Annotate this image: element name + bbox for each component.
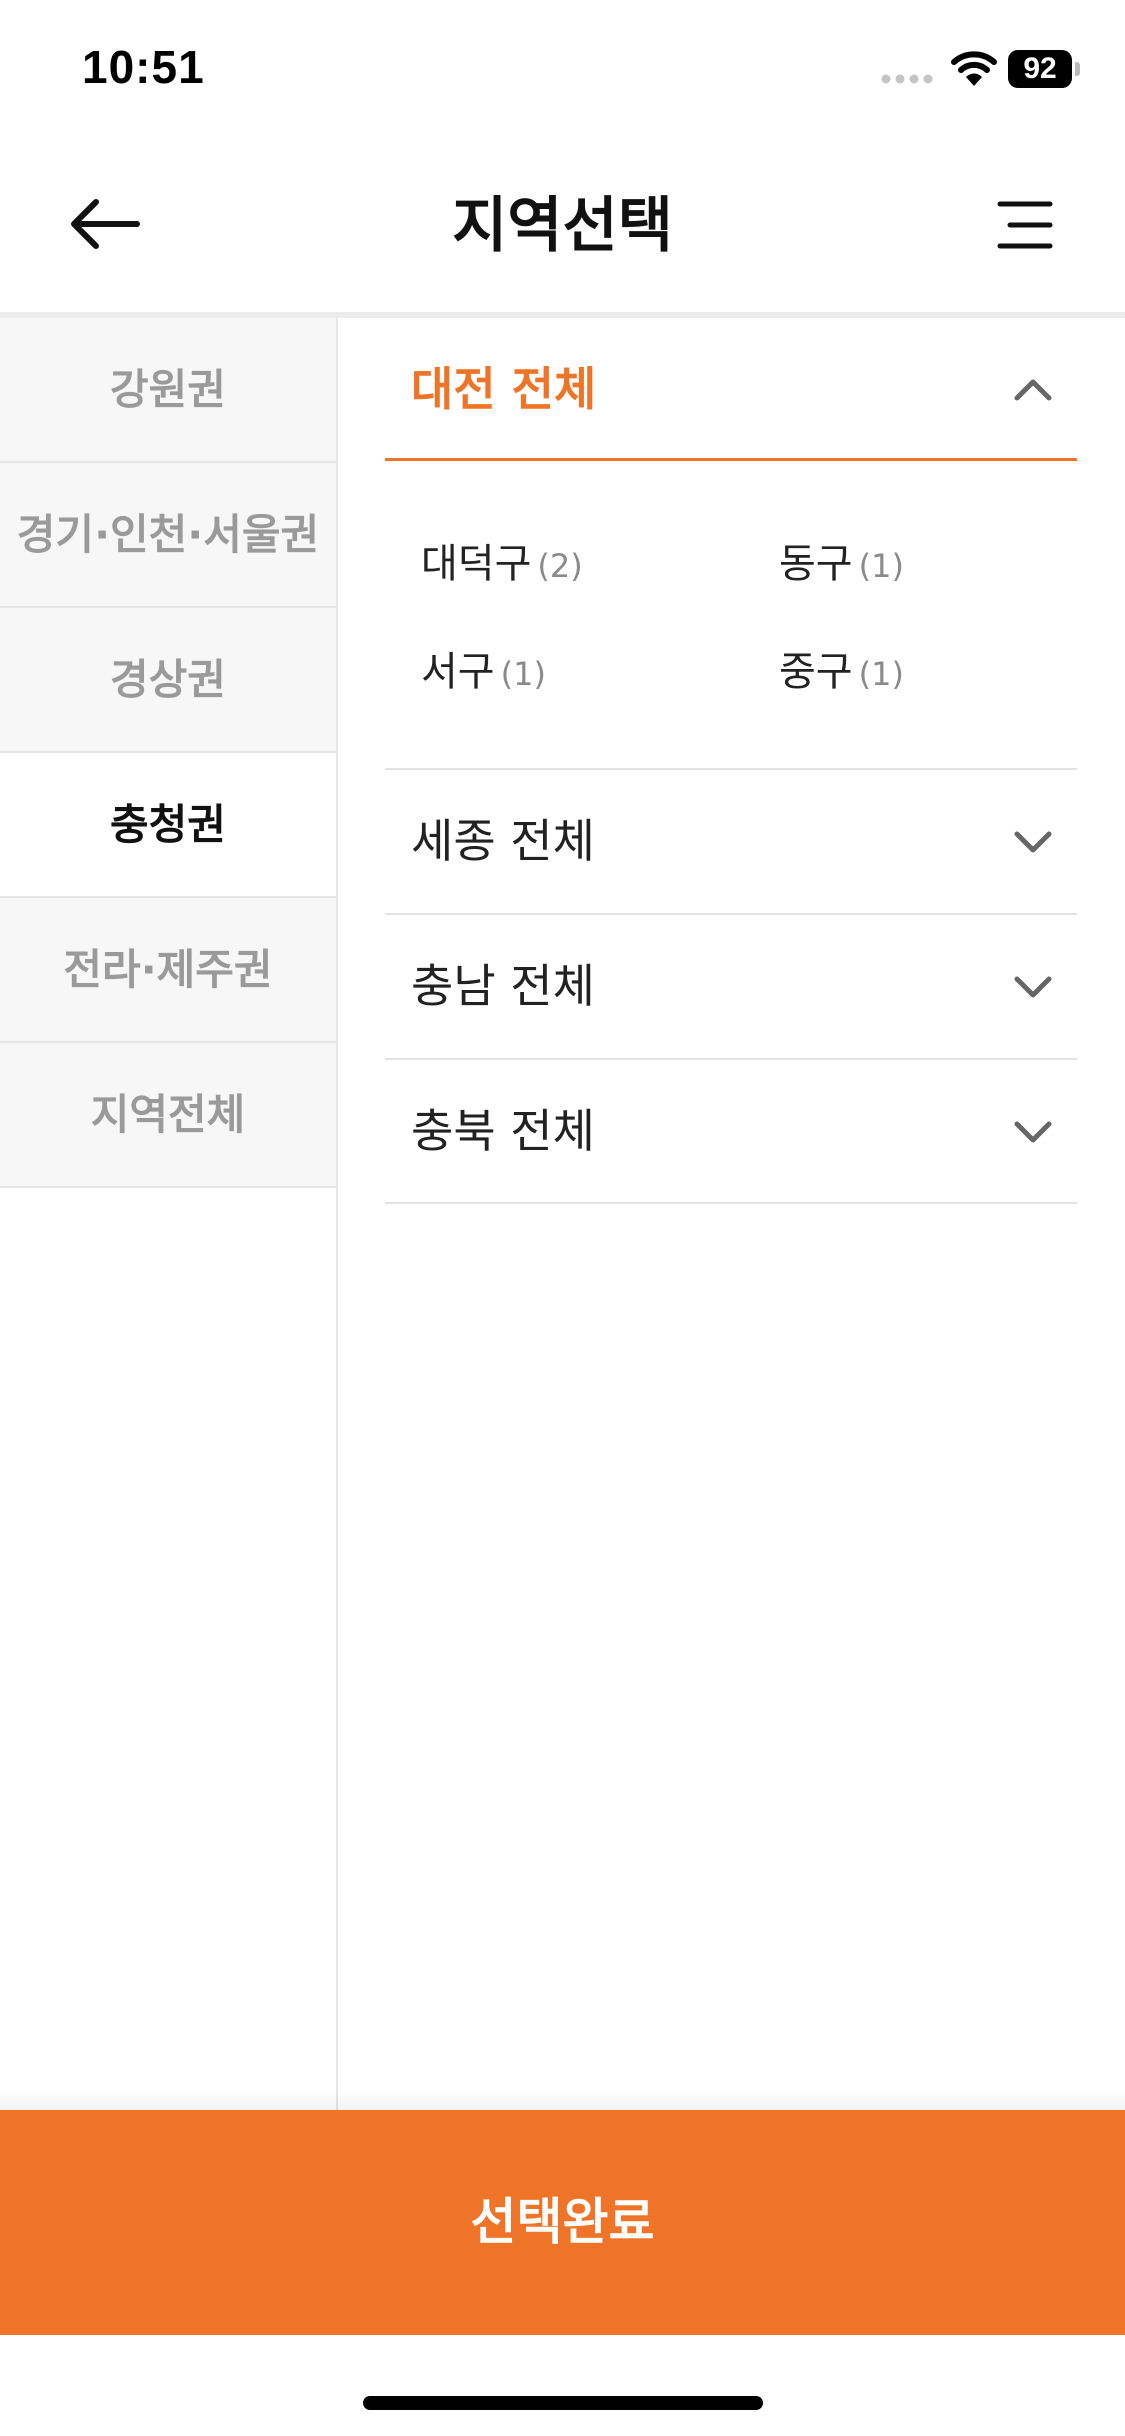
region-tab-gyeonggi-incheon-seoul[interactable]: 경기·인천·서울권: [0, 463, 336, 608]
accordion-header-chungnam[interactable]: 충남 전체: [385, 915, 1077, 1058]
district-count: (2): [537, 547, 583, 585]
district-count: (1): [858, 655, 904, 693]
accordion-header-chungbuk[interactable]: 충북 전체: [385, 1060, 1077, 1203]
district-name: 서구: [421, 649, 495, 695]
app-header: 지역선택: [0, 140, 1125, 312]
cellular-signal-icon: [881, 74, 933, 84]
accordion-active-underline: [385, 458, 1077, 461]
region-tab-chungcheong[interactable]: 충청권: [0, 753, 336, 898]
region-tab-gangwon[interactable]: 강원권: [0, 318, 336, 463]
accordion-divider: [385, 1202, 1077, 1204]
district-name: 중구: [779, 649, 853, 695]
chevron-down-icon: [1014, 831, 1052, 853]
accordion-title: 대전 전체: [411, 362, 597, 416]
status-time: 10:51: [82, 41, 205, 93]
page-title: 지역선택: [452, 191, 673, 261]
chevron-down-icon: [1014, 1121, 1052, 1143]
button-shadow: [0, 2090, 1125, 2110]
region-tab-all[interactable]: 지역전체: [0, 1043, 336, 1188]
accordion-title: 세종 전체: [411, 814, 595, 868]
back-arrow-icon[interactable]: [60, 180, 150, 270]
district-count: (1): [500, 655, 546, 693]
chevron-up-icon: [1014, 379, 1052, 401]
accordion-title: 충북 전체: [411, 1104, 595, 1158]
district-item-daedeok[interactable]: 대덕구 (2): [421, 534, 583, 594]
battery-level: 92: [1023, 52, 1057, 85]
confirm-selection-button[interactable]: 선택완료: [0, 2110, 1125, 2335]
region-tab-jeolla-jeju[interactable]: 전라·제주권: [0, 898, 336, 1043]
region-tab-list: 강원권 경기·인천·서울권 경상권 충청권 전라·제주권 지역전체: [0, 318, 338, 2110]
district-count: (1): [858, 547, 904, 585]
region-tab-gyeongsang[interactable]: 경상권: [0, 608, 336, 753]
menu-icon[interactable]: [980, 180, 1070, 270]
accordion-header-sejong[interactable]: 세종 전체: [385, 770, 1077, 913]
chevron-down-icon: [1014, 976, 1052, 998]
status-bar: 10:51 92: [0, 0, 1125, 140]
battery-icon: 92: [1008, 50, 1084, 88]
wifi-icon: [951, 51, 997, 86]
home-indicator[interactable]: [363, 2396, 763, 2410]
district-item-dong[interactable]: 동구 (1): [779, 534, 904, 594]
accordion-header-daejeon[interactable]: 대전 전체: [385, 318, 1077, 461]
district-name: 대덕구: [421, 541, 532, 587]
accordion-title: 충남 전체: [411, 959, 595, 1013]
district-item-jung[interactable]: 중구 (1): [779, 642, 904, 702]
district-name: 동구: [779, 541, 853, 587]
district-item-seo[interactable]: 서구 (1): [421, 642, 546, 702]
